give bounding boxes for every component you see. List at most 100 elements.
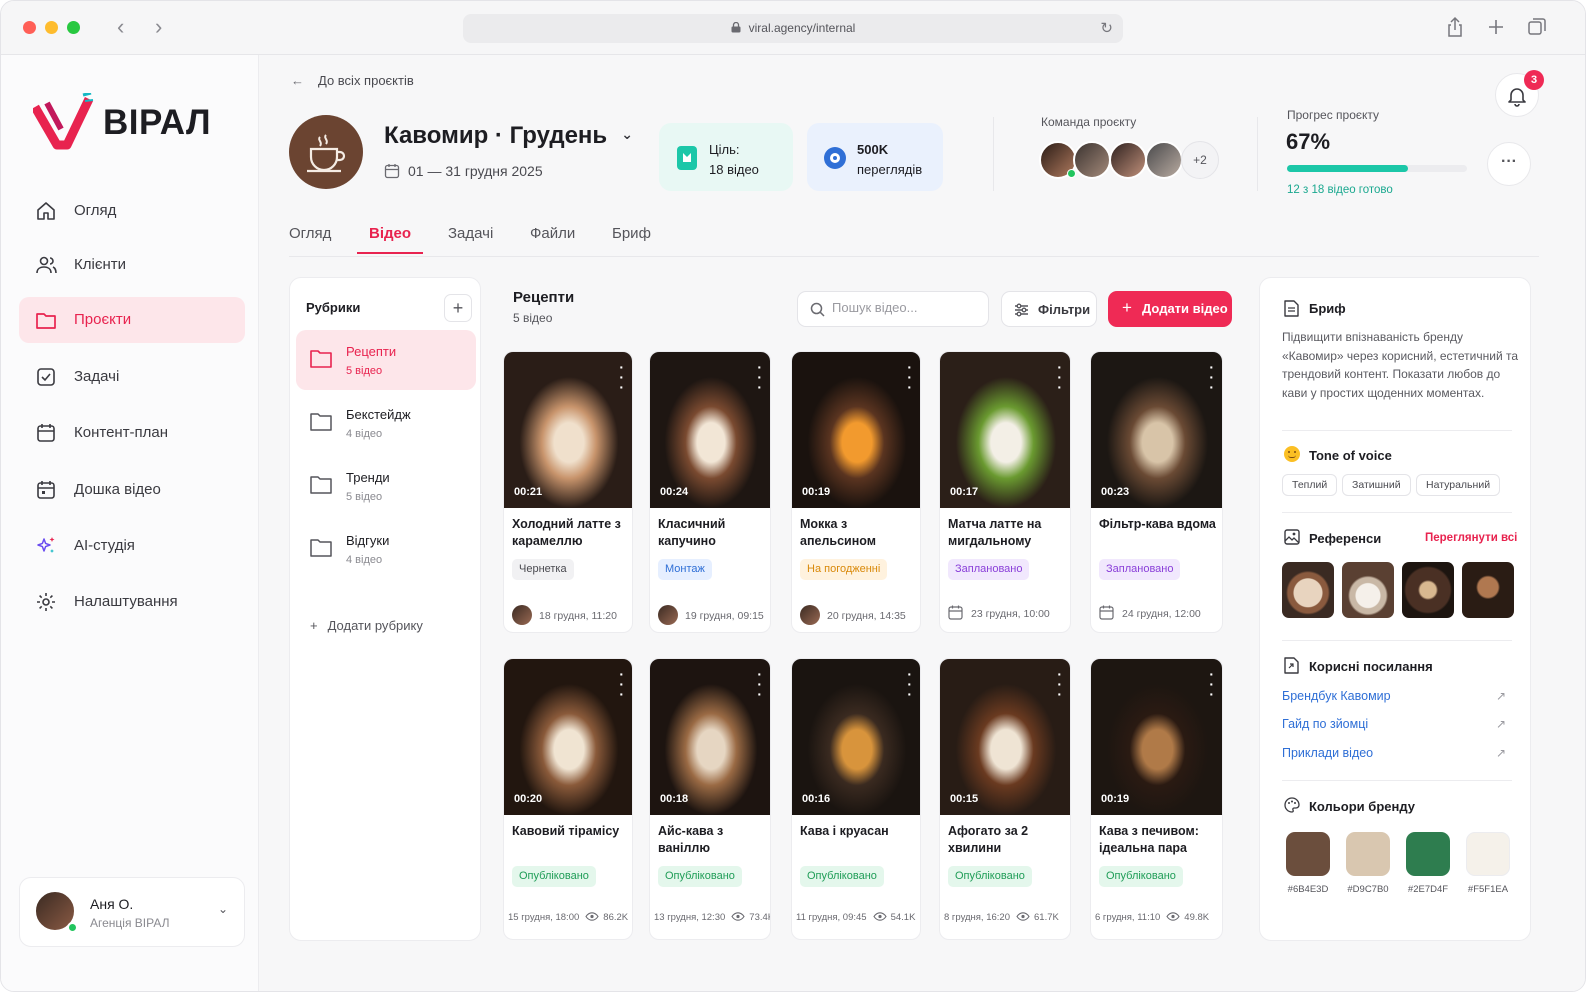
tabs-overview-icon[interactable] [1526,16,1548,38]
kebab-menu-icon[interactable]: · · · [1209,360,1214,394]
sidebar-item-settings[interactable]: Налаштування [19,579,245,625]
kebab-menu-icon[interactable]: · · · [757,667,762,701]
link-brandbook[interactable]: Брендбук Кавомир ↗ [1282,689,1506,703]
video-title: Айс-кава з ваніллю [658,824,724,855]
maximize-window-button[interactable] [67,21,80,34]
link-video-examples[interactable]: Приклади відео ↗ [1282,746,1506,760]
progress-note: 12 з 18 відео готово [1287,184,1393,196]
link-shooting-guide[interactable]: Гайд по зйомці ↗ [1282,717,1506,731]
video-search[interactable] [797,291,989,327]
filters-button[interactable]: Фільтри [1001,291,1097,327]
sidebar-item-projects[interactable]: Проєкти [19,297,245,343]
sidebar-item-content-plan[interactable]: Контент-план [19,410,245,456]
video-card[interactable]: 00:20 · · · Кавовий тірамісу Опубліковано 15 г… [503,658,633,940]
kebab-menu-icon[interactable]: · · · [619,360,624,394]
reference-thumbnail[interactable] [1402,562,1454,618]
tab-tasks[interactable]: Задачі [448,225,493,252]
logo[interactable]: ВІРАЛ [33,93,233,153]
sidebar-item-clients[interactable]: Клієнти [19,242,245,288]
add-video-button[interactable]: + Додати відео [1108,291,1232,327]
kebab-menu-icon[interactable]: · · · [619,667,624,701]
color-swatch[interactable] [1466,832,1510,876]
video-thumbnail[interactable]: 00:16 · · · [792,659,920,815]
browser-back-icon[interactable]: ‹ [117,15,124,39]
close-window-button[interactable] [23,21,36,34]
video-card[interactable]: 00:19 · · · Мокка з апельсином На погодженні 2… [791,351,921,633]
video-card[interactable]: 00:16 · · · Кава і круасан Опубліковано 11 гру… [791,658,921,940]
reference-thumbnail[interactable] [1462,562,1514,618]
add-rubric-icon[interactable]: + [444,294,472,322]
minimize-window-button[interactable] [45,21,58,34]
video-thumbnail[interactable]: 00:23 · · · [1091,352,1222,508]
video-duration: 00:19 [1101,793,1130,805]
video-thumbnail[interactable]: 00:19 · · · [792,352,920,508]
address-bar[interactable]: viral.agency/internal ↻ [463,14,1123,43]
video-thumbnail[interactable]: 00:15 · · · [940,659,1070,815]
sidebar-item-video-board[interactable]: Дошка відео [19,467,245,513]
reference-thumbnail[interactable] [1342,562,1394,618]
eye-icon [731,912,745,923]
tab-brief[interactable]: Бриф [612,225,651,252]
project-title[interactable]: Кавомир · Грудень ⌄ [384,122,633,150]
video-thumbnail[interactable]: 00:20 · · · [504,659,632,815]
logo-mark-icon [33,93,94,150]
video-card[interactable]: 00:18 · · · Айс-кава з ваніллю Опубліковано 13… [649,658,771,940]
kebab-menu-icon[interactable]: · · · [907,667,912,701]
search-icon [810,302,825,317]
url-text: viral.agency/internal [748,21,856,35]
search-input[interactable] [832,300,982,315]
status-badge: Заплановано [1099,559,1181,580]
color-swatch[interactable] [1406,832,1450,876]
video-card[interactable]: 00:21 · · · Холодний латте з карамеллю Чернет… [503,351,633,633]
video-card[interactable]: 00:19 · · · Кава з печивом: ідеальна пара Опу… [1090,658,1223,940]
video-thumbnail[interactable]: 00:19 · · · [1091,659,1222,815]
video-duration: 00:18 [660,793,689,805]
share-icon[interactable] [1444,16,1466,38]
kebab-menu-icon[interactable]: · · · [757,360,762,394]
video-card[interactable]: 00:15 · · · Афогато за 2 хвилини Опубліковано… [939,658,1071,940]
sidebar-item-tasks[interactable]: Задачі [19,354,245,400]
sidebar-item-overview[interactable]: Огляд [19,188,245,234]
color-swatch[interactable] [1346,832,1390,876]
browser-forward-icon[interactable]: › [155,15,162,39]
rubric-item-trends[interactable]: Тренди 5 відео [296,456,476,516]
kebab-menu-icon[interactable]: · · · [907,360,912,394]
video-thumbnail[interactable]: 00:18 · · · [650,659,770,815]
video-thumbnail[interactable]: 00:17 · · · [940,352,1070,508]
brief-text: Підвищити впізнаваність бренду «Кавомир»… [1282,330,1519,400]
kebab-menu-icon[interactable]: · · · [1209,667,1214,701]
color-swatch[interactable] [1286,832,1330,876]
user-menu[interactable]: Аня О. Агенція ВІРАЛ ⌄ [19,877,245,947]
tab-overview[interactable]: Огляд [289,225,331,252]
kebab-menu-icon[interactable]: · · · [1057,360,1062,394]
more-options-icon[interactable]: ··· [1487,142,1531,186]
team-avatars[interactable]: +2 [1039,141,1229,181]
kebab-menu-icon[interactable]: · · · [1057,667,1062,701]
avatar [658,605,678,625]
video-views: 54.1K [890,912,916,923]
video-card[interactable]: 00:24 · · · Класичний капучино Монтаж 19 грудн… [649,351,771,633]
rubric-item-reviews[interactable]: Відгуки 4 відео [296,519,476,579]
back-link[interactable]: ← До всіх проєктів [291,73,414,88]
tab-files[interactable]: Файли [530,225,575,252]
reference-thumbnail[interactable] [1282,562,1334,618]
add-rubric-button[interactable]: + Додати рубрику [310,618,423,633]
tab-videos[interactable]: Відео [357,225,424,254]
chevron-down-icon[interactable]: ⌄ [621,126,633,142]
links-title: Корисні посилання [1309,659,1433,674]
notifications-button[interactable]: 3 [1495,70,1544,117]
rubric-item-backstage[interactable]: Бекстейдж 4 відео [296,393,476,453]
sidebar-item-ai-studio[interactable]: AI-студія [19,523,245,569]
video-views: 49.8K [1184,912,1210,923]
video-thumbnail[interactable]: 00:21 · · · [504,352,632,508]
video-thumbnail[interactable]: 00:24 · · · [650,352,770,508]
reload-icon[interactable]: ↻ [1100,14,1113,43]
rubric-item-recipes[interactable]: Рецепти 5 відео [296,330,476,390]
new-tab-icon[interactable] [1485,16,1507,38]
view-all-references-link[interactable]: Переглянути всі [1425,532,1517,544]
folder-icon [310,350,332,368]
video-duration: 00:17 [950,486,979,498]
board-icon [37,481,55,499]
video-card[interactable]: 00:23 · · · Фільтр-кава вдома Заплановано 24 г… [1090,351,1223,633]
video-card[interactable]: 00:17 · · · Матча латте на мигдальному Заплан… [939,351,1071,633]
